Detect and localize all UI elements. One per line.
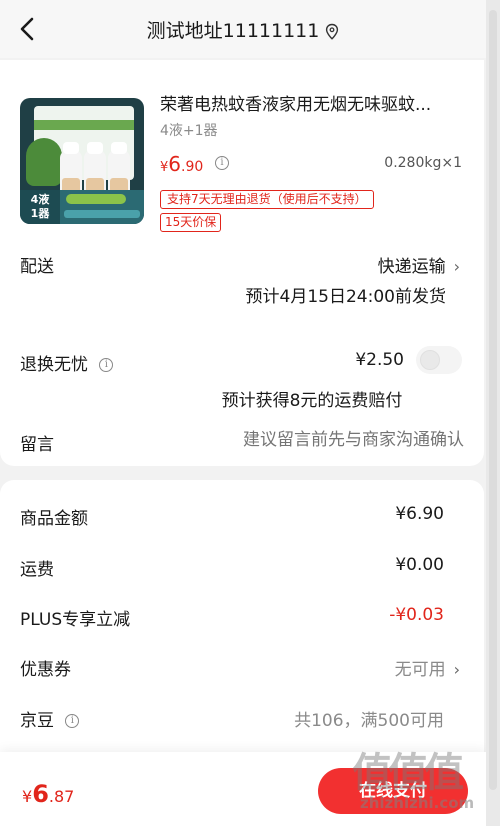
shipping-value: ¥0.00 bbox=[395, 555, 444, 575]
order-card: 4液 1器 荣著电热蚊香液家用无烟无味驱蚊... 4液+1器 ¥6.90 i 0… bbox=[0, 60, 484, 466]
product-price: ¥6.90 bbox=[160, 152, 204, 176]
message-input[interactable] bbox=[184, 430, 464, 450]
delivery-label: 配送 bbox=[20, 257, 54, 277]
product-name[interactable]: 荣著电热蚊香液家用无烟无味驱蚊... bbox=[160, 90, 460, 115]
price-protect-tag: 15天价保 bbox=[160, 213, 222, 232]
chevron-right-icon: › bbox=[453, 257, 460, 276]
goods-amount-label: 商品金额 bbox=[20, 509, 88, 529]
product-image-badge: 4液 1器 bbox=[20, 190, 60, 224]
return-compensation-text: 预计获得8元的运费赔付 bbox=[221, 391, 403, 411]
delivery-eta: 预计4月15日24:00前发货 bbox=[245, 287, 446, 307]
delivery-method[interactable]: 快递运输 › bbox=[378, 252, 460, 277]
watermark-logo: 值值值 zhizhizhi.com bbox=[352, 750, 475, 812]
checkout-page: 测试地址11111111 4液 1器 荣著电热蚊香液家用无烟无味驱蚊... 4液… bbox=[0, 0, 486, 826]
jingdou-value: 共106，满500可用 bbox=[294, 711, 444, 731]
return-worry-toggle[interactable] bbox=[416, 346, 462, 374]
price-info-icon[interactable]: i bbox=[215, 156, 229, 170]
scrollbar[interactable] bbox=[486, 0, 500, 826]
message-label: 留言 bbox=[20, 435, 54, 455]
return-info-icon[interactable]: i bbox=[99, 358, 114, 372]
return-worry-label: 退换无忧 i bbox=[20, 350, 114, 375]
scrollbar-thumb[interactable] bbox=[489, 10, 497, 790]
product-weight-qty: 0.280kg×1 bbox=[384, 155, 462, 171]
goods-amount-value: ¥6.90 bbox=[395, 504, 444, 524]
coupon-label: 优惠券 bbox=[20, 660, 71, 680]
return-policy-tag: 支持7天无理由退货（使用后不支持） bbox=[160, 190, 374, 209]
plus-discount-value: -¥0.03 bbox=[389, 605, 444, 625]
jingdou-label: 京豆 i bbox=[20, 706, 80, 731]
plus-discount-label: PLUS专享立减 bbox=[20, 610, 131, 630]
jingdou-info-icon[interactable]: i bbox=[65, 714, 80, 728]
chevron-right-icon: › bbox=[453, 660, 460, 679]
product-spec: 4液+1器 bbox=[160, 123, 218, 139]
header-bar: 测试地址11111111 bbox=[0, 0, 486, 58]
product-image[interactable]: 4液 1器 bbox=[20, 98, 144, 224]
shipping-label: 运费 bbox=[20, 560, 54, 580]
location-pin-icon bbox=[326, 23, 339, 40]
address-text: 测试地址11111111 bbox=[146, 20, 320, 42]
total-price: ¥6.87 bbox=[22, 780, 75, 808]
coupon-selector[interactable]: 无可用 › bbox=[395, 655, 460, 680]
address-title[interactable]: 测试地址11111111 bbox=[0, 16, 486, 43]
return-worry-price: ¥2.50 bbox=[355, 350, 404, 370]
